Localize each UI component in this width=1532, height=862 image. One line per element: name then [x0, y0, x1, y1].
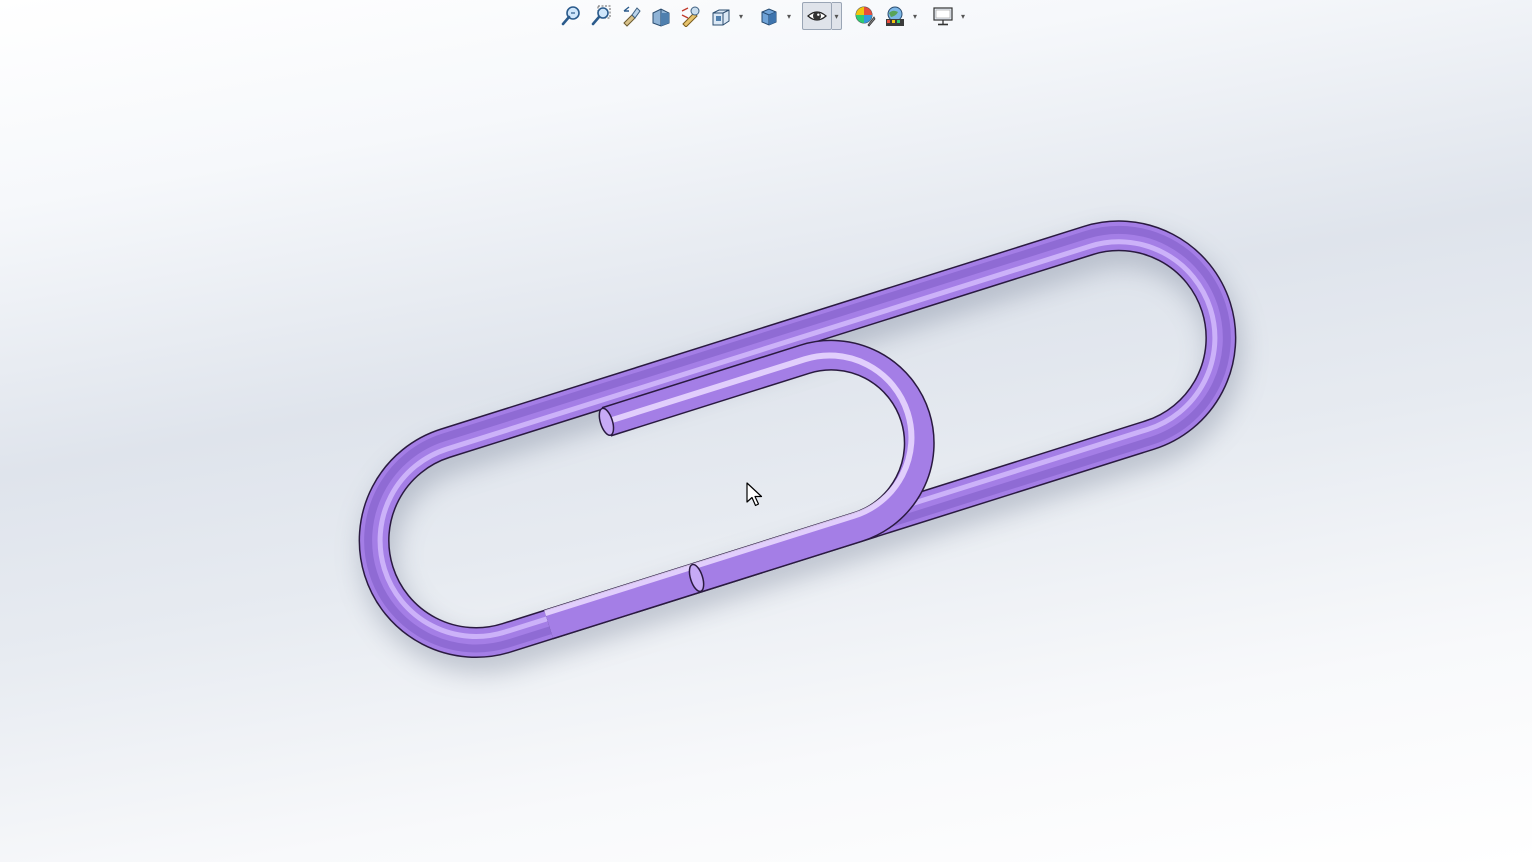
mouse-pointer-icon — [746, 482, 763, 507]
paperclip-geometry — [358, 220, 1241, 671]
graphics-area[interactable]: ▾ ▾ ▾ ▾ ▾ — [0, 0, 1532, 862]
inner-loop-body — [544, 341, 934, 638]
paperclip-model[interactable] — [0, 0, 1532, 862]
